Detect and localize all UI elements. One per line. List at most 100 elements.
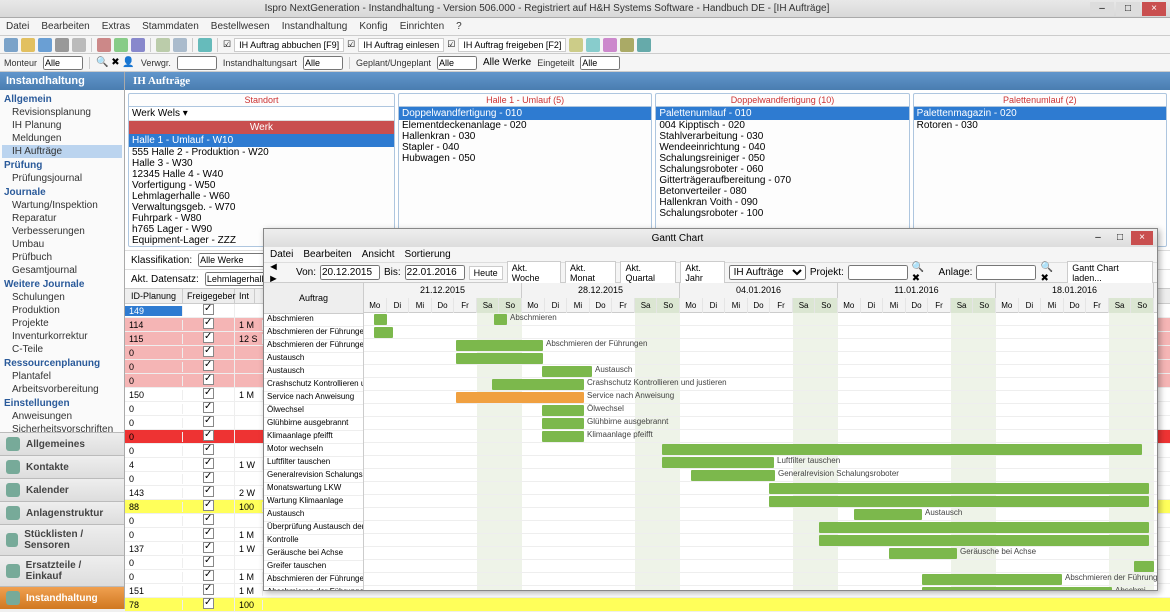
panel-row-selected[interactable]: Palettenmagazin - 020 (914, 107, 1166, 120)
gantt-bar[interactable] (769, 496, 1149, 507)
laden-button[interactable]: Gantt Chart laden... (1067, 261, 1153, 285)
new-icon[interactable] (4, 38, 18, 52)
open-icon[interactable] (21, 38, 35, 52)
aktm-button[interactable]: Akt. Monat (565, 261, 617, 285)
gantt-task-label[interactable]: Kontrolle (264, 535, 363, 548)
tree-item[interactable]: Projekte (2, 317, 122, 330)
tree-item[interactable]: C-Teile (2, 343, 122, 356)
panel-row[interactable]: Hallenkran Voith - 090 (656, 197, 908, 208)
checkbox[interactable] (203, 528, 214, 539)
panel-row[interactable]: Rotoren - 030 (914, 120, 1166, 131)
bis-input[interactable] (405, 265, 465, 280)
panel-row[interactable]: Betonverteiler - 080 (656, 186, 908, 197)
checkbox[interactable] (203, 402, 214, 413)
gantt-bar[interactable]: Abschmieren der Führung (922, 574, 1062, 585)
menu-bestellwesen[interactable]: Bestellwesen (211, 21, 270, 32)
checkbox[interactable] (203, 346, 214, 357)
eing-input[interactable] (580, 56, 620, 70)
nav-kontakte[interactable]: Kontakte (0, 455, 124, 478)
panel-row-selected[interactable]: Palettenumlauf - 010 (656, 107, 908, 120)
freigeben-button[interactable]: IH Auftrag freigeben [F2] (458, 38, 566, 52)
monteur-input[interactable] (43, 56, 83, 70)
redo-icon[interactable] (173, 38, 187, 52)
minimize-button[interactable]: – (1090, 2, 1114, 16)
panel-row[interactable]: Schalungsreiniger - 050 (656, 153, 908, 164)
tree-group[interactable]: Ressourcenplanung (2, 356, 122, 370)
gantt-task-label[interactable]: Abschmieren der Führungen (264, 587, 363, 590)
gantt-bar[interactable]: Abschmi (922, 587, 1112, 590)
tree-item[interactable]: Reparatur (2, 212, 122, 225)
checkbox[interactable] (203, 584, 214, 595)
einlesen-button[interactable]: IH Auftrag einlesen (358, 38, 444, 52)
gantt-task-label[interactable]: Geräusche bei Achse (264, 548, 363, 561)
menu-stammdaten[interactable]: Stammdaten (142, 21, 199, 32)
nav-instandhaltung[interactable]: Instandhaltung (0, 586, 124, 609)
gantt-bar[interactable]: Ölwechsel (542, 405, 584, 416)
gantt-task-label[interactable]: Glühbirne ausgebrannt (264, 418, 363, 431)
aktj-button[interactable]: Akt. Jahr (680, 261, 724, 285)
tree-group[interactable]: Prüfung (2, 158, 122, 172)
checkbox[interactable] (203, 500, 214, 511)
nav-kalender[interactable]: Kalender (0, 478, 124, 501)
tree-group[interactable]: Allgemein (2, 92, 122, 106)
gantt-task-label[interactable]: Abschmieren der Führungen (264, 574, 363, 587)
gantt-bar[interactable] (662, 444, 1142, 455)
panel-row[interactable]: Wendeeinrichtung - 040 (656, 142, 908, 153)
nav-ersatzteileeinkauf[interactable]: Ersatzteile / Einkauf (0, 555, 124, 586)
panel-row[interactable]: Halle 1 - Umlauf - W10 (129, 134, 394, 147)
panel-row-selected[interactable]: Doppelwandfertigung - 010 (399, 107, 651, 120)
panel-row[interactable]: Stahlverarbeitung - 030 (656, 131, 908, 142)
gantt-task-label[interactable]: Abschmieren (264, 314, 363, 327)
tree-item[interactable]: Meldungen (2, 132, 122, 145)
panel-row[interactable]: Verwaltungsgeb. - W70 (129, 202, 394, 213)
tree-item[interactable]: Arbeitsvorbereitung (2, 383, 122, 396)
tree-item[interactable]: Wartung/Inspektion (2, 199, 122, 212)
gantt-task-label[interactable]: Ölwechsel (264, 405, 363, 418)
menu-bearbeiten[interactable]: Bearbeiten (41, 21, 89, 32)
panel-row[interactable]: Stapler - 040 (399, 142, 651, 153)
tree-group[interactable]: Journale (2, 185, 122, 199)
maximize-button[interactable]: □ (1116, 2, 1140, 16)
gantt-task-label[interactable]: Greifer tauschen (264, 561, 363, 574)
gantt-bar[interactable] (374, 314, 387, 325)
tree-item[interactable]: Anweisungen (2, 410, 122, 423)
checkbox[interactable] (203, 388, 214, 399)
gantt-bar[interactable]: Austausch (854, 509, 922, 520)
checkbox[interactable] (203, 430, 214, 441)
tree-item[interactable]: IH Planung (2, 119, 122, 132)
gantt-menu-item[interactable]: Datei (270, 249, 293, 260)
copy-icon[interactable] (114, 38, 128, 52)
tree-group[interactable]: Weitere Journale (2, 277, 122, 291)
panel-row[interactable]: 12345 Halle 4 - W40 (129, 169, 394, 180)
print-icon[interactable] (55, 38, 69, 52)
panel-row[interactable]: Halle 3 - W30 (129, 158, 394, 169)
checkbox[interactable] (203, 556, 214, 567)
verwgr-input[interactable] (177, 56, 217, 70)
gantt-bar[interactable]: Austausch (542, 366, 592, 377)
tree-item[interactable]: Prüfungsjournal (2, 172, 122, 185)
nav-anlagenstruktur[interactable]: Anlagenstruktur (0, 501, 124, 524)
gantt-menu-item[interactable]: Bearbeiten (303, 249, 351, 260)
werke-button[interactable]: Alle Werke (483, 57, 531, 68)
gantt-bar[interactable]: Klimaanlage pfeifft (542, 431, 584, 442)
checkbox[interactable] (203, 318, 214, 329)
action5-icon[interactable] (637, 38, 651, 52)
checkbox[interactable] (203, 570, 214, 581)
gantt-bar[interactable] (819, 535, 1149, 546)
tree-item[interactable]: Gesamtjournal (2, 264, 122, 277)
checkbox[interactable] (203, 416, 214, 427)
checkbox[interactable] (203, 458, 214, 469)
gantt-bar[interactable] (769, 483, 1149, 494)
gantt-bar[interactable]: Generalrevision Schalungsroboter (691, 470, 775, 481)
grid-col-header[interactable]: Freigegeber (183, 289, 235, 303)
checkbox[interactable] (203, 374, 214, 385)
gantt-bar[interactable]: Service nach Anweisung (542, 392, 584, 403)
gantt-bar[interactable]: Geräusche bei Achse (889, 548, 957, 559)
aktq-button[interactable]: Akt. Quartal (620, 261, 676, 285)
checkbox[interactable] (203, 542, 214, 553)
panel-row[interactable]: 555 Halle 2 - Produktion - W20 (129, 147, 394, 158)
heute-button[interactable]: Heute (469, 266, 503, 280)
abbuch-button[interactable]: IH Auftrag abbuchen [F9] (234, 38, 344, 52)
action4-icon[interactable] (620, 38, 634, 52)
checkbox[interactable] (203, 472, 214, 483)
